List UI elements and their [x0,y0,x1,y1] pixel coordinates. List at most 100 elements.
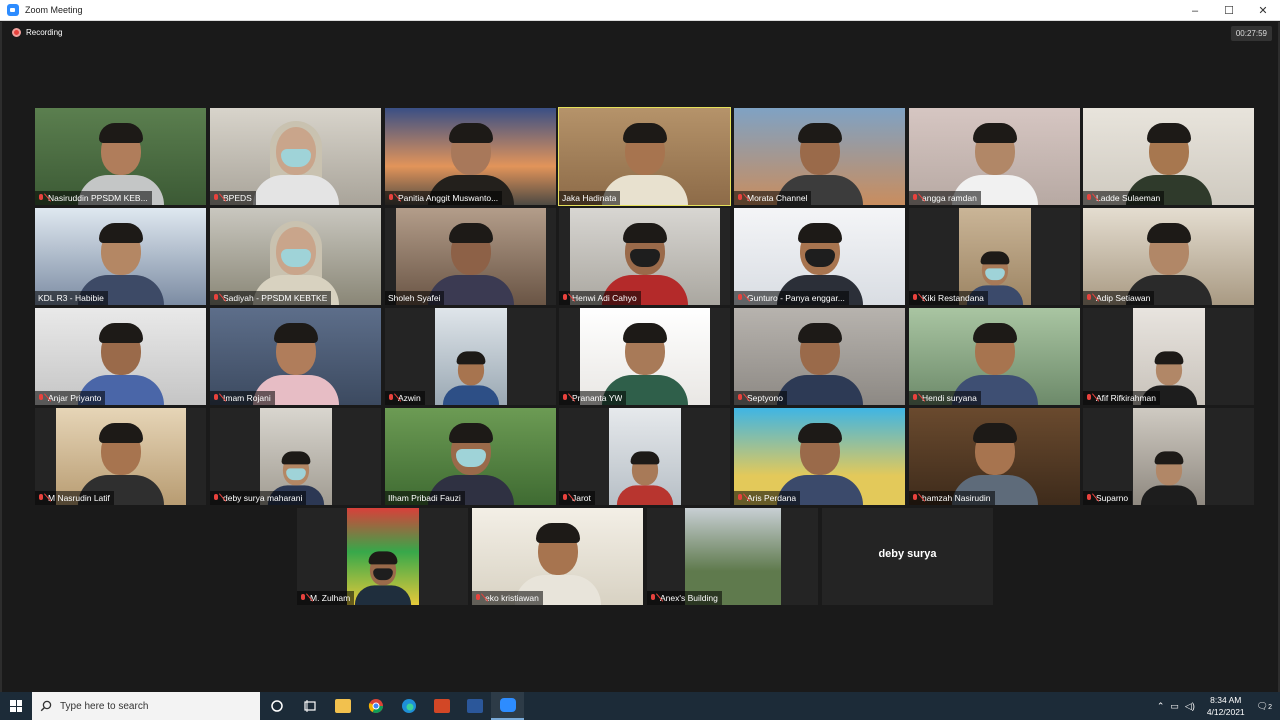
participant-tile[interactable]: Hendi suryana [909,308,1080,405]
taskbar-zoom[interactable] [491,692,524,720]
participant-tile[interactable]: Henwi Adi Cahyo [559,208,730,305]
participant-tile[interactable]: eko kristiawan [472,508,643,605]
participant-name: Prananta YW [572,393,623,403]
participant-tile[interactable]: Jaka Hadinata [558,107,731,206]
participant-tile[interactable]: Jarot [559,408,730,505]
participant-name: Afif Rifkirahman [1096,393,1156,403]
participant-tile[interactable]: Ladde Sulaeman [1083,108,1254,205]
participant-tile[interactable]: Anjar Priyanto [35,308,206,405]
muted-mic-icon [562,393,569,403]
participant-tile[interactable]: KDL R3 - Habibie [35,208,206,305]
participant-name: M. Zulham [310,593,351,603]
participant-tile[interactable]: angga ramdan [909,108,1080,205]
participant-tile[interactable]: BPEDS [210,108,381,205]
muted-mic-icon [213,293,220,303]
participant-name-label: M Nasrudin Latif [35,491,114,505]
participant-name-label: KDL R3 - Habibie [35,291,108,305]
participant-video [435,308,507,405]
taskbar-edge[interactable] [392,692,425,720]
participant-name-label: Anex's Building [647,591,722,605]
participant-name: Jaka Hadinata [562,193,617,203]
taskbar-word[interactable] [458,692,491,720]
notification-icon[interactable]: 🗨2 [1257,701,1272,712]
participant-tile[interactable]: Gunturo - Panya enggar... [734,208,905,305]
muted-mic-icon [1086,293,1093,303]
muted-mic-icon [562,493,569,503]
participant-figure [251,109,341,205]
participant-tile[interactable]: Morata Channel [734,108,905,205]
taskbar-search-box[interactable]: Type here to search [32,692,260,720]
task-view-button[interactable] [293,692,326,720]
cortana-button[interactable] [260,692,293,720]
recording-indicator[interactable]: Recording [12,28,62,37]
participant-tile[interactable]: deby surya maharani [210,408,381,505]
participant-name-label: M. Zulham [297,591,355,605]
word-icon [466,699,483,713]
participant-name: Azwin [398,393,421,403]
participant-video [609,408,681,505]
network-icon[interactable]: ▭ [1170,701,1179,712]
participant-name: Septyono [747,393,783,403]
participant-tile[interactable]: Imam Rojani [210,308,381,405]
participant-tile[interactable]: Azwin [385,308,556,405]
participant-tile[interactable]: M Nasrudin Latif [35,408,206,505]
participant-name-label: BPEDS [210,191,256,205]
participant-name-label: Nasiruddin PPSDM KEB... [35,191,152,205]
taskbar-clock[interactable]: 8:34 AM 4/12/2021 [1207,694,1245,718]
participant-tile[interactable]: Suparno [1083,408,1254,505]
muted-mic-icon [737,493,744,503]
participant-tile[interactable]: M. Zulham [297,508,468,605]
participant-tile[interactable]: Adip Setiawan [1083,208,1254,305]
window-title: Zoom Meeting [25,5,83,15]
participant-name-label: deby surya maharani [210,491,307,505]
start-button[interactable] [0,692,32,720]
participant-tile[interactable]: Afif Rifkirahman [1083,308,1254,405]
participant-name: Gunturo - Panya enggar... [747,293,845,303]
participant-name: eko kristiawan [485,593,539,603]
muted-mic-icon [475,593,482,603]
participant-name: BPEDS [223,193,252,203]
participant-tile[interactable]: Aris Perdana [734,408,905,505]
participant-tile[interactable]: Prananta YW [559,308,730,405]
muted-mic-icon [912,493,919,503]
participant-tile[interactable]: Sadiyah - PPSDM KEBTKE [210,208,381,305]
participant-tile[interactable]: Nasiruddin PPSDM KEB... [35,108,206,205]
muted-mic-icon [737,293,744,303]
muted-mic-icon [388,393,395,403]
muted-mic-icon [912,293,919,303]
participant-figure [1140,442,1199,505]
participant-tile[interactable]: Sholeh Syafei [385,208,556,305]
zoom-app-icon [499,698,516,712]
participant-name-label: Afif Rifkirahman [1083,391,1160,405]
chevron-up-icon[interactable]: ⌃ [1157,701,1165,712]
participant-tile[interactable]: Ilham Pribadi Fauzi [385,408,556,505]
participant-tile[interactable]: Panitia Anggit Muswanto... [385,108,556,205]
title-bar: Zoom Meeting – ☐ ✕ [0,0,1280,21]
participant-tile[interactable]: Anex's Building [647,508,818,605]
volume-icon[interactable]: ◁) [1185,701,1195,712]
minimize-button[interactable]: – [1178,0,1212,21]
participant-name-label: Anjar Priyanto [35,391,106,405]
close-button[interactable]: ✕ [1246,0,1280,21]
muted-mic-icon [737,193,744,203]
taskbar-powerpoint[interactable] [425,692,458,720]
participant-video [1133,408,1205,505]
search-placeholder: Type here to search [60,700,149,712]
participant-name: Henwi Adi Cahyo [572,293,637,303]
maximize-button[interactable]: ☐ [1212,0,1246,21]
participant-name: Anex's Building [660,593,718,603]
participant-tile[interactable]: hamzah Nasirudin [909,408,1080,505]
recording-label: Recording [26,28,63,37]
participant-name-label: Hendi suryana [909,391,981,405]
taskbar-file-explorer[interactable] [326,692,359,720]
participant-tile[interactable]: Septyono [734,308,905,405]
meeting-timer: 00:27:59 [1230,26,1272,41]
system-tray: ⌃ ▭ ◁) 8:34 AM 4/12/2021 🗨2 [1157,692,1280,720]
participant-tile[interactable]: Kiki Restandana [909,208,1080,305]
task-view-icon [303,700,316,712]
participant-name: Sholeh Syafei [388,293,441,303]
muted-mic-icon [38,493,45,503]
participant-tile-no-video[interactable]: deby surya [822,508,993,605]
taskbar-chrome[interactable] [359,692,392,720]
muted-mic-icon [1086,493,1093,503]
